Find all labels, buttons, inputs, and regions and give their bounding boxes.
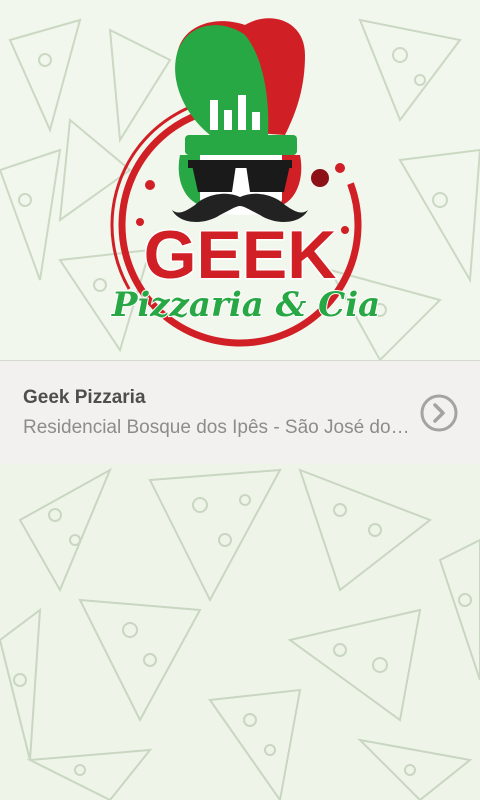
logo-subtitle: Pizzaria & Cia xyxy=(111,285,380,325)
chevron-right-circle-icon xyxy=(420,394,458,432)
pizza-slice-icon xyxy=(208,688,302,800)
store-name: Geek Pizzaria xyxy=(23,387,146,408)
pizza-slice-icon xyxy=(438,538,480,681)
pizza-slice-icon xyxy=(287,608,422,722)
pizza-slice-icon xyxy=(26,748,153,800)
store-card[interactable] xyxy=(0,362,480,464)
logo-title: GEEK xyxy=(144,217,337,293)
store-logo: GEEK Pizzaria & Cia xyxy=(0,18,480,360)
pizza-slice-icon xyxy=(0,607,42,761)
pizza-slice-icon xyxy=(298,468,433,592)
pizza-slice-icon xyxy=(148,468,282,603)
store-address: Residencial Bosque dos Ipês - São José d… xyxy=(23,417,415,438)
store-banner: GEEK Pizzaria & Cia xyxy=(0,0,480,361)
open-store-button[interactable] xyxy=(419,393,459,433)
pizza-slice-icon xyxy=(78,598,202,723)
pizza-slice-icon xyxy=(357,738,473,800)
pizza-slice-icon xyxy=(18,467,113,593)
